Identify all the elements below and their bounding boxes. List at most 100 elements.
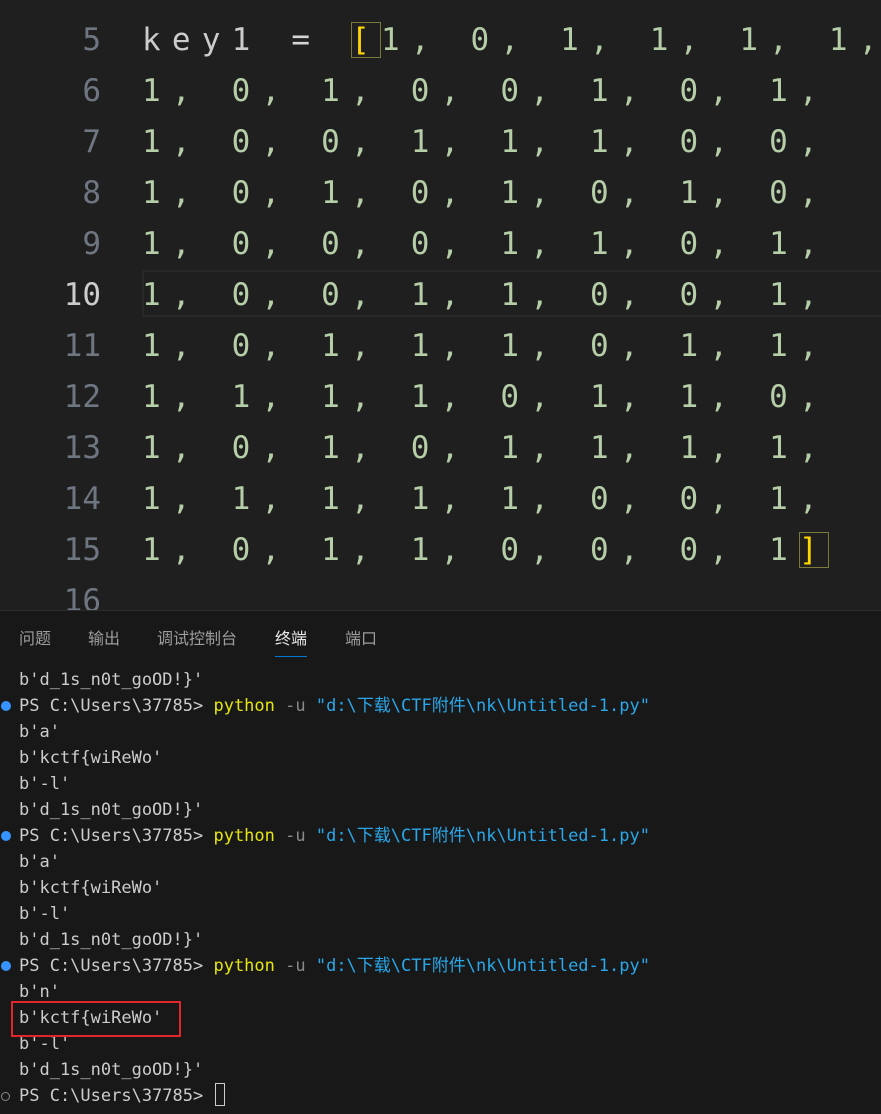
terminal-output-line: b'-l'	[0, 771, 881, 797]
code-text: key1 = [1, 0, 1, 1, 1, 1, 0, 1,	[142, 15, 881, 66]
code-line[interactable]: 14 1, 1, 1, 1, 1, 0, 0, 1,	[0, 474, 881, 525]
command-success-dot-icon[interactable]	[1, 831, 11, 841]
code-text: 1, 1, 1, 1, 1, 0, 0, 1,	[142, 474, 829, 525]
line-number: 11	[63, 328, 101, 364]
terminal-text: b'kctf{wiReWo'	[19, 748, 163, 768]
code-token: key1	[142, 22, 292, 58]
line-number: 6	[82, 73, 101, 109]
terminal-text: b'-l'	[19, 1034, 71, 1054]
code-text: 1, 0, 1, 0, 1, 0, 1, 0,	[142, 168, 829, 219]
code-token: 1, 1, 1, 1, 0, 1, 1, 0,	[142, 379, 829, 415]
terminal-cursor[interactable]	[215, 1083, 226, 1106]
code-line[interactable]: 8 1, 0, 1, 0, 1, 0, 1, 0,	[0, 168, 881, 219]
prompt-text: PS C:\Users\37785>	[19, 956, 214, 976]
code-line[interactable]: 16	[0, 576, 881, 610]
terminal-text: b'kctf{wiReWo'	[19, 878, 163, 898]
command-name: python	[213, 696, 275, 716]
code-text: 1, 0, 0, 1, 1, 0, 0, 1,	[142, 270, 829, 321]
terminal-prompt-line: PS C:\Users\37785> python -u "d:\下载\CTF附…	[0, 953, 881, 979]
code-line[interactable]: 6 1, 0, 1, 0, 0, 1, 0, 1,	[0, 66, 881, 117]
code-line[interactable]: 7 1, 0, 0, 1, 1, 1, 0, 0,	[0, 117, 881, 168]
code-text: 1, 0, 1, 1, 0, 0, 0, 1]	[142, 525, 829, 576]
tab-debug-console[interactable]: 调试控制台	[157, 629, 237, 653]
terminal-output-line: b'd_1s_n0t_goOD!}'	[0, 1057, 881, 1083]
terminal-prompt-line: PS C:\Users\37785>	[0, 1083, 881, 1109]
code-token: 1, 1, 1, 1, 1, 0, 0, 1,	[142, 481, 829, 517]
terminal-text: b'a'	[19, 852, 60, 872]
terminal-text: b'd_1s_n0t_goOD!}'	[19, 930, 204, 950]
prompt-text: PS C:\Users\37785>	[19, 696, 214, 716]
command-flag: -u	[274, 826, 316, 846]
prompt-text: PS C:\Users\37785>	[19, 826, 214, 846]
terminal-prompt-line: PS C:\Users\37785> python -u "d:\下载\CTF附…	[0, 823, 881, 849]
terminal-text: b'-l'	[19, 774, 71, 794]
code-token: 1, 0, 0, 1, 1, 1, 0, 0,	[142, 124, 829, 160]
command-success-dot-icon[interactable]	[1, 961, 11, 971]
line-number: 9	[82, 226, 101, 262]
tab-terminal[interactable]: 终端	[275, 629, 308, 657]
line-number: 12	[63, 379, 101, 415]
code-token: 1, 0, 0, 1, 1, 0, 0, 1,	[142, 277, 829, 313]
code-line[interactable]: 11 1, 0, 1, 1, 1, 0, 1, 1,	[0, 321, 881, 372]
code-token: 1, 0, 1, 1, 1, 0, 1, 1,	[142, 328, 829, 364]
code-line[interactable]: 5 key1 = [1, 0, 1, 1, 1, 1, 0, 1,	[0, 15, 881, 66]
command-flag: -u	[274, 956, 316, 976]
vscode-window: 5 key1 = [1, 0, 1, 1, 1, 1, 0, 1, 6 1, 0, 1…	[0, 0, 881, 1114]
terminal-text: b'd_1s_n0t_goOD!}'	[19, 1060, 204, 1080]
code-token: 1, 0, 1, 0, 1, 0, 1, 0,	[142, 175, 829, 211]
line-number: 14	[63, 481, 101, 517]
terminal-output-line: b'kctf{wiReWo'	[0, 745, 881, 771]
code-text: 1, 0, 0, 0, 1, 1, 0, 1,	[142, 219, 829, 270]
code-line[interactable]: 10 1, 0, 0, 1, 1, 0, 0, 1,	[0, 270, 881, 321]
command-name: python	[213, 826, 275, 846]
line-number: 15	[63, 532, 101, 568]
terminal-output-line: b'kctf{wiReWo'	[0, 875, 881, 901]
command-name: python	[213, 956, 275, 976]
line-number: 8	[82, 175, 101, 211]
line-number: 10	[63, 277, 101, 313]
code-text: 1, 0, 1, 0, 1, 1, 1, 1,	[142, 423, 829, 474]
bottom-panel: 问题 输出 调试控制台 终端 端口 b'd_1s_n0t_goOD!}' PS C:\Us…	[0, 610, 881, 1114]
code-editor[interactable]: 5 key1 = [1, 0, 1, 1, 1, 1, 0, 1, 6 1, 0, 1…	[0, 0, 881, 610]
code-line[interactable]: 9 1, 0, 0, 0, 1, 1, 0, 1,	[0, 219, 881, 270]
terminal-output-line: b'a'	[0, 849, 881, 875]
terminal-output-line: b'n'	[0, 979, 881, 1005]
script-path: "d:\下载\CTF附件\nk\Untitled-1.py"	[315, 696, 650, 716]
terminal-view[interactable]: b'd_1s_n0t_goOD!}' PS C:\Users\37785> pyt…	[0, 665, 881, 1114]
terminal-text: PS C:\Users\37785> python -u "d:\下载\CTF附…	[19, 823, 650, 849]
tab-problems[interactable]: 问题	[19, 629, 51, 653]
code-text: 1, 0, 1, 1, 1, 0, 1, 1,	[142, 321, 829, 372]
code-token: 1, 0, 1, 0, 0, 1, 0, 1,	[142, 73, 829, 109]
panel-tab-bar: 问题 输出 调试控制台 终端 端口	[0, 611, 881, 661]
matching-bracket: [	[351, 22, 381, 58]
terminal-text: PS C:\Users\37785> python -u "d:\下载\CTF附…	[19, 693, 650, 719]
command-pending-dot-icon[interactable]	[1, 1092, 10, 1101]
command-success-dot-icon[interactable]	[1, 701, 11, 711]
command-flag: -u	[274, 696, 316, 716]
terminal-text: PS C:\Users\37785>	[19, 1083, 226, 1109]
line-number: 7	[82, 124, 101, 160]
code-text: 1, 0, 0, 1, 1, 1, 0, 0,	[142, 117, 829, 168]
terminal-text: b'n'	[19, 982, 60, 1002]
terminal-text: b'd_1s_n0t_goOD!}'	[19, 800, 204, 820]
code-token: 1, 0, 1, 1, 1, 1, 0, 1,	[380, 22, 877, 58]
terminal-output-line: b'd_1s_n0t_goOD!}'	[0, 667, 881, 693]
script-path: "d:\下载\CTF附件\nk\Untitled-1.py"	[315, 826, 650, 846]
terminal-output-line: b'd_1s_n0t_goOD!}'	[0, 797, 881, 823]
terminal-text: b'a'	[19, 722, 60, 742]
code-text: 1, 0, 1, 0, 0, 1, 0, 1,	[142, 66, 829, 117]
terminal-text: b'd_1s_n0t_goOD!}'	[19, 670, 204, 690]
code-line[interactable]: 15 1, 0, 1, 1, 0, 0, 0, 1]	[0, 525, 881, 576]
code-token: 1, 0, 1, 0, 1, 1, 1, 1,	[142, 430, 829, 466]
code-token: =	[291, 22, 322, 58]
terminal-text: b'-l'	[19, 904, 71, 924]
terminal-output-line: b'd_1s_n0t_goOD!}'	[0, 927, 881, 953]
line-number: 16	[63, 583, 101, 610]
tab-output[interactable]: 输出	[88, 629, 120, 653]
line-number: 5	[82, 22, 101, 58]
terminal-prompt-line: PS C:\Users\37785> python -u "d:\下载\CTF附…	[0, 693, 881, 719]
code-line[interactable]: 13 1, 0, 1, 0, 1, 1, 1, 1,	[0, 423, 881, 474]
code-line[interactable]: 12 1, 1, 1, 1, 0, 1, 1, 0,	[0, 372, 881, 423]
tab-ports[interactable]: 端口	[345, 629, 377, 653]
